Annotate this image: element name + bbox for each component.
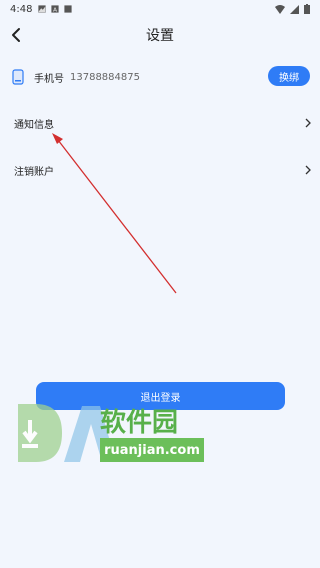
watermark-domain: ruanjian.com (100, 438, 204, 462)
photo-icon (38, 5, 47, 13)
phone-label: 手机号 (34, 73, 64, 85)
status-icons (275, 4, 310, 14)
status-time: 4:48 (10, 3, 33, 15)
battery-icon (304, 4, 310, 14)
chevron-right-icon (305, 118, 311, 128)
back-arrow-icon[interactable] (9, 27, 25, 43)
phone-number: 13788884875 (70, 71, 140, 83)
chevron-right-icon (305, 165, 311, 175)
menu-item-delete-account[interactable]: 注销账户 (0, 160, 320, 180)
menu-item-label: 注销账户 (14, 166, 54, 178)
wifi-icon (275, 4, 285, 14)
svg-text:A: A (54, 7, 58, 13)
app-notification-icon: A (51, 5, 60, 13)
page-title: 设置 (146, 28, 174, 44)
menu-item-notifications[interactable]: 通知信息 (0, 113, 320, 133)
signal-icon (290, 4, 299, 14)
header: 设置 (0, 20, 320, 50)
phone-row: 手机号 13788884875 换绑 (0, 64, 320, 90)
menu-item-label: 通知信息 (14, 119, 54, 131)
watermark-brand: 软件园 (100, 408, 179, 438)
square-notification-icon (64, 5, 73, 13)
status-bar: 4:48 A (0, 0, 320, 18)
change-phone-button[interactable]: 换绑 (268, 66, 310, 86)
phone-icon (12, 69, 24, 85)
